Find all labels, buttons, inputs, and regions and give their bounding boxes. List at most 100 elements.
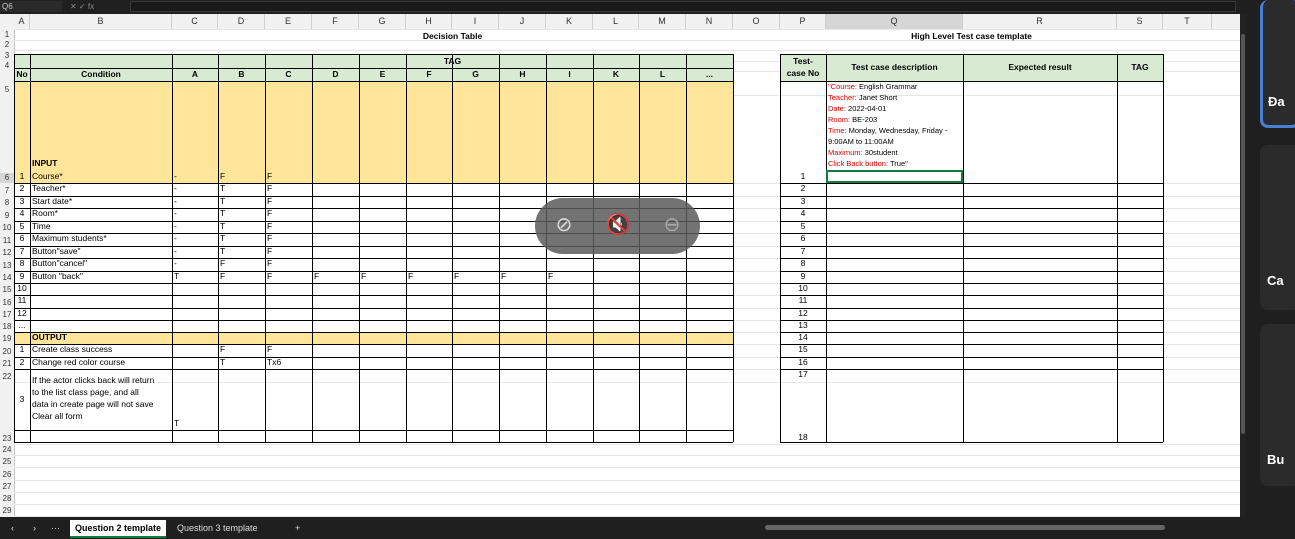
row-header[interactable]: 25 xyxy=(0,457,14,467)
condition-cell[interactable]: Course* xyxy=(32,171,172,182)
column-header[interactable]: N xyxy=(686,14,733,29)
row-header[interactable]: 28 xyxy=(0,494,14,504)
column-header[interactable]: F xyxy=(312,14,359,29)
panel-card-3[interactable]: Bu xyxy=(1260,324,1295,486)
row-header[interactable]: 21 xyxy=(0,359,14,369)
condition-cell[interactable] xyxy=(32,295,172,306)
row-header[interactable]: 24 xyxy=(0,445,14,455)
row-header[interactable]: 16 xyxy=(0,298,14,308)
column-header[interactable]: E xyxy=(265,14,312,29)
row-header[interactable]: 1 xyxy=(0,30,14,40)
mute-icon[interactable]: 🔇 xyxy=(605,212,631,238)
column-header[interactable]: B xyxy=(30,14,172,29)
column-header[interactable]: H xyxy=(406,14,452,29)
column-header[interactable]: P xyxy=(780,14,826,29)
next-sheet-button[interactable]: › xyxy=(28,520,41,536)
column-header[interactable]: T xyxy=(1163,14,1212,29)
row-header[interactable]: 15 xyxy=(0,285,14,295)
column-header[interactable]: S xyxy=(1117,14,1163,29)
row-header[interactable]: 26 xyxy=(0,470,14,480)
tag-value-cell[interactable]: T xyxy=(220,196,260,207)
tag-value-cell[interactable]: F xyxy=(548,271,588,282)
row-header[interactable]: 2 xyxy=(0,40,14,50)
column-header[interactable]: R xyxy=(963,14,1117,29)
description-line[interactable]: 9:00AM to 11:00AM xyxy=(828,137,963,147)
condition-cell[interactable]: Teacher* xyxy=(32,183,172,194)
tag-value-cell[interactable]: - xyxy=(174,258,214,269)
tag-value-cell[interactable]: - xyxy=(174,233,214,244)
row-header[interactable]: 27 xyxy=(0,482,14,492)
tag-value-cell[interactable]: T xyxy=(220,233,260,244)
tag-value-cell[interactable]: F xyxy=(220,344,260,355)
tag-value-cell[interactable]: T xyxy=(220,221,260,232)
formula-input[interactable] xyxy=(130,1,1236,12)
tag-value-cell[interactable]: F xyxy=(220,171,260,182)
row-header[interactable]: 29 xyxy=(0,506,14,516)
row-header[interactable]: 20 xyxy=(0,347,14,357)
row-header[interactable]: 6 xyxy=(0,173,14,183)
more-sheets-button[interactable]: ··· xyxy=(46,520,65,536)
condition-cell[interactable]: Time xyxy=(32,221,172,232)
tag-value-cell[interactable]: F xyxy=(314,271,354,282)
condition-cell[interactable] xyxy=(32,308,172,319)
description-line[interactable]: Time: Monday, Wednesday, Friday - xyxy=(828,126,963,136)
prev-sheet-button[interactable]: ‹ xyxy=(6,520,19,536)
description-line[interactable]: "Course: English Grammar xyxy=(828,82,963,92)
tag-value-cell[interactable]: F xyxy=(267,344,307,355)
condition-cell[interactable]: Button"save" xyxy=(32,246,172,257)
tag-value-cell[interactable]: T xyxy=(220,357,260,368)
row-header[interactable]: 7 xyxy=(0,186,14,196)
condition-cell[interactable]: Create class success xyxy=(32,344,172,355)
minus-circle-icon[interactable]: ⊖ xyxy=(659,212,685,238)
description-line[interactable]: Room: BE-203 xyxy=(828,115,963,125)
tag-value-cell[interactable]: F xyxy=(267,221,307,232)
tag-value-cell[interactable]: F xyxy=(267,233,307,244)
tag-value-cell[interactable]: F xyxy=(267,196,307,207)
description-line[interactable]: Teacher: Janet Short xyxy=(828,93,963,103)
row-header[interactable]: 11 xyxy=(0,236,14,246)
column-header[interactable]: C xyxy=(172,14,218,29)
column-header[interactable]: I xyxy=(452,14,499,29)
row-header[interactable]: 14 xyxy=(0,273,14,283)
tag-value-cell[interactable]: F xyxy=(454,271,494,282)
row-header[interactable]: 12 xyxy=(0,248,14,258)
tag-value-cell[interactable]: F xyxy=(267,183,307,194)
tag-value-cell[interactable]: F xyxy=(267,171,307,182)
spreadsheet-grid[interactable]: ABCDEFGHIJKLMNOPQRST 1 2 3 4 5 6 7 8 9 10 11 12 13 14… xyxy=(0,14,1240,517)
row-header[interactable]: 8 xyxy=(0,198,14,208)
row-header[interactable]: 17 xyxy=(0,310,14,320)
tag-value-cell[interactable]: T xyxy=(220,183,260,194)
add-sheet-button[interactable]: + xyxy=(290,520,305,536)
tag-value-cell[interactable]: - xyxy=(174,171,214,182)
panel-card-1[interactable]: Đa xyxy=(1260,0,1295,128)
tag-value-cell[interactable]: F xyxy=(361,271,401,282)
condition-cell[interactable]: Button"cancel" xyxy=(32,258,172,269)
row-header[interactable]: 23 xyxy=(0,434,14,444)
name-box[interactable]: Q6 xyxy=(0,1,62,12)
tag-value-cell[interactable]: - xyxy=(174,183,214,194)
tag-value-cell[interactable]: - xyxy=(174,208,214,219)
row-header[interactable]: 19 xyxy=(0,334,14,344)
row-header[interactable]: 5 xyxy=(0,85,14,95)
tag-value-cell[interactable]: T xyxy=(174,271,214,282)
tag-value-cell[interactable]: F xyxy=(501,271,541,282)
row-header[interactable]: 10 xyxy=(0,223,14,233)
column-header[interactable]: Q xyxy=(826,14,963,29)
tag-value-cell[interactable]: - xyxy=(174,221,214,232)
tag-value-cell[interactable]: F xyxy=(220,258,260,269)
panel-card-2[interactable]: Ca xyxy=(1260,145,1295,310)
condition-cell[interactable]: Room* xyxy=(32,208,172,219)
tag-value-cell[interactable]: F xyxy=(408,271,448,282)
tab-question-3[interactable]: Question 3 template xyxy=(172,520,263,536)
row-header[interactable]: 4 xyxy=(0,61,14,71)
tag-value-cell[interactable]: Tx6 xyxy=(267,357,307,368)
column-header[interactable]: D xyxy=(218,14,265,29)
row-header[interactable]: 13 xyxy=(0,261,14,271)
column-header[interactable]: J xyxy=(499,14,546,29)
tag-value-cell[interactable]: T xyxy=(220,208,260,219)
row-header[interactable]: 9 xyxy=(0,211,14,221)
condition-cell[interactable]: Maximum students* xyxy=(32,233,172,244)
row-header[interactable]: 18 xyxy=(0,322,14,332)
row-header[interactable]: 22 xyxy=(0,372,14,382)
description-line[interactable]: Click Back button: True" xyxy=(828,159,963,169)
